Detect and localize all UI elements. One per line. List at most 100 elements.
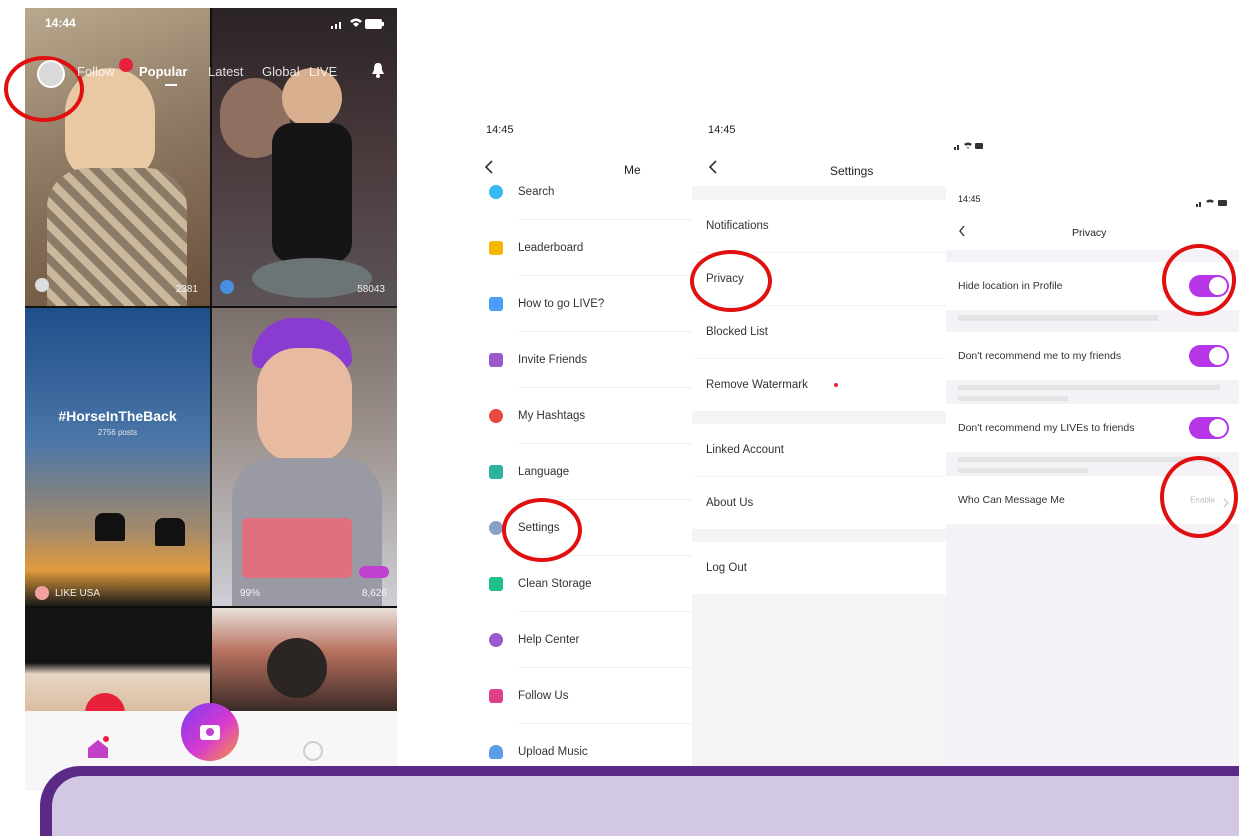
settings-screen: 14:45 Settings Notifications Privacy Blo…: [692, 0, 946, 791]
privacy-row-dont-recommend-me[interactable]: Don't recommend me to my friends: [946, 332, 1239, 380]
privacy-row-dont-recommend-lives[interactable]: Don't recommend my LIVEs to friends: [946, 404, 1239, 452]
privacy-screen: 14:45 Privacy Hide location in Profile D…: [946, 0, 1239, 791]
signal-icon: [331, 18, 347, 32]
camera-icon: [200, 725, 220, 740]
notification-bell-icon[interactable]: [371, 62, 385, 83]
menu-item-follow-us[interactable]: Follow Us: [462, 668, 692, 724]
hashtag-user: LIKE USA: [55, 588, 101, 599]
tab-latest[interactable]: Latest: [208, 64, 243, 79]
menu-item-label: Upload Music: [518, 746, 588, 758]
settings-item-label: Linked Account: [706, 444, 785, 456]
feed-screen: 2381 58043 #HorseInTheBack 2756 posts LI…: [25, 8, 397, 791]
page-title: Settings: [830, 164, 874, 178]
people-icon: [489, 353, 503, 367]
video-icon: [489, 297, 503, 311]
privacy-row-description: [958, 315, 1228, 324]
hashtag-posts: 2756 posts: [97, 428, 138, 437]
status-time: 14:45: [958, 194, 981, 204]
wifi-icon: [349, 17, 363, 31]
battery-icon: [365, 18, 385, 32]
search-icon: [489, 185, 503, 199]
highlight-settings: [502, 498, 582, 562]
tab-active-indicator: [165, 84, 177, 86]
tab-follow[interactable]: Follow: [77, 64, 115, 79]
settings-item-notifications[interactable]: Notifications: [692, 200, 946, 252]
menu-item-how-to-go-live[interactable]: How to go LIVE?: [462, 276, 692, 332]
menu-item-label: Invite Friends: [518, 354, 588, 366]
settings-item-label: Remove Watermark: [706, 379, 808, 391]
record-button[interactable]: [181, 703, 239, 761]
settings-item-about-us[interactable]: About Us: [692, 477, 946, 529]
cloud-icon: [489, 745, 503, 759]
gear-icon: [489, 521, 503, 535]
bottom-banner-inner: [52, 776, 1239, 836]
settings-item-remove-watermark[interactable]: Remove Watermark: [692, 359, 946, 411]
back-icon[interactable]: [708, 160, 718, 179]
like-count: 8,626: [361, 588, 387, 599]
video-tile-3[interactable]: #HorseInTheBack 2756 posts LIKE USA: [25, 308, 210, 606]
menu-item-language[interactable]: Language: [462, 444, 692, 500]
video-tile-1[interactable]: 2381: [25, 8, 210, 306]
highlight-toggle: [1162, 244, 1236, 316]
dont-recommend-me-toggle[interactable]: [1189, 345, 1229, 367]
settings-header: [692, 0, 946, 186]
menu-item-label: Follow Us: [518, 690, 569, 702]
status-time: 14:44: [45, 16, 76, 30]
video-tile-5[interactable]: [25, 608, 210, 718]
avatar[interactable]: [37, 60, 65, 88]
profile-icon[interactable]: [303, 741, 323, 761]
tab-global[interactable]: Global: [262, 64, 300, 79]
battery-icon: [1196, 195, 1232, 213]
status-time: 14:45: [486, 124, 514, 136]
like-count: 58043: [357, 284, 385, 295]
privacy-row-label: Don't recommend my LIVEs to friends: [958, 422, 1135, 434]
menu-item-clean-storage[interactable]: Clean Storage: [462, 556, 692, 612]
me-screen: 14:45 Me Search Leaderboard How to go LI…: [462, 0, 692, 791]
home-badge-dot: [103, 736, 109, 742]
language-icon: [489, 465, 503, 479]
user-tag: 99%: [240, 588, 261, 599]
broom-icon: [489, 577, 503, 591]
hashtag-icon: [489, 409, 503, 423]
status-time: 14:45: [708, 124, 736, 136]
menu-item-my-hashtags[interactable]: My Hashtags: [462, 388, 692, 444]
settings-item-linked-account[interactable]: Linked Account: [692, 424, 946, 476]
status-bar: 14:44: [25, 8, 397, 38]
menu-item-leaderboard[interactable]: Leaderboard: [462, 220, 692, 276]
tab-popular[interactable]: Popular: [139, 64, 187, 79]
home-icon[interactable]: [87, 736, 109, 764]
menu-item-label: How to go LIVE?: [518, 298, 605, 310]
privacy-row-label: Who Can Message Me: [958, 494, 1065, 506]
settings-item-label: Blocked List: [706, 326, 769, 338]
leaderboard-icon: [489, 241, 503, 255]
help-icon: [489, 633, 503, 647]
tab-live[interactable]: LIVE: [309, 64, 337, 79]
privacy-row-description: [958, 384, 1228, 404]
hashtag-title: #HorseInTheBack: [58, 408, 177, 424]
signal-icon: [954, 138, 984, 156]
highlight-who-can-message: [1160, 456, 1238, 538]
settings-item-blocked-list[interactable]: Blocked List: [692, 306, 946, 358]
dont-recommend-lives-toggle[interactable]: [1189, 417, 1229, 439]
back-icon[interactable]: [958, 224, 966, 242]
like-count: 2381: [175, 284, 198, 295]
menu-item-help-center[interactable]: Help Center: [462, 612, 692, 668]
new-badge-dot: [834, 383, 838, 387]
menu-item-label: Help Center: [518, 634, 580, 646]
settings-item-label: About Us: [706, 497, 754, 509]
page-title: Privacy: [1072, 227, 1107, 239]
menu-item-label: Language: [518, 466, 570, 478]
settings-item-log-out[interactable]: Log Out: [692, 542, 946, 594]
menu-item-label: My Hashtags: [518, 410, 586, 422]
settings-item-label: Notifications: [706, 220, 769, 232]
video-tile-4[interactable]: 99% 8,626: [212, 308, 397, 606]
video-tile-2[interactable]: 58043: [212, 8, 397, 306]
menu-item-search[interactable]: Search: [462, 164, 692, 220]
highlight-privacy: [690, 250, 772, 312]
menu-item-label: Search: [518, 186, 555, 198]
menu-item-invite-friends[interactable]: Invite Friends: [462, 332, 692, 388]
menu-item-label: Clean Storage: [518, 578, 592, 590]
video-tile-6[interactable]: [212, 608, 397, 718]
settings-item-label: Log Out: [706, 562, 747, 574]
notification-badge: [119, 58, 133, 72]
